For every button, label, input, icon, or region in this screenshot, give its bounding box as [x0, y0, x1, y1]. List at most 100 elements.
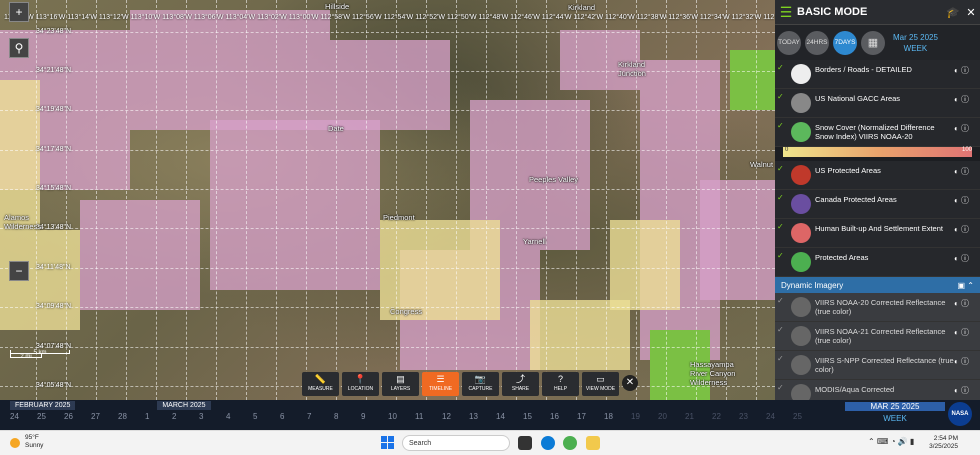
- close-icon[interactable]: ✕: [962, 6, 980, 19]
- timeline-day[interactable]: 2: [172, 412, 199, 421]
- dynamic-layer-item[interactable]: ✓ VIIRS S-NPP Corrected Reflectance (true…: [775, 351, 980, 380]
- timeline-day[interactable]: 8: [334, 412, 361, 421]
- check-icon[interactable]: ✓: [775, 293, 787, 305]
- chrome-icon[interactable]: [563, 436, 577, 450]
- 7days-button[interactable]: 7DAYS: [833, 31, 857, 55]
- timeline-day[interactable]: 7: [307, 412, 334, 421]
- timeline-day[interactable]: 26: [64, 412, 91, 421]
- layer-item[interactable]: ✓ Protected Areas ◐ ⓘ: [775, 248, 980, 277]
- timeline-day[interactable]: 5: [253, 412, 280, 421]
- zoom-out-button[interactable]: −: [9, 261, 29, 281]
- layer-controls-icon[interactable]: ◐ ⓘ: [954, 118, 980, 134]
- timeline-day[interactable]: 18: [604, 412, 631, 421]
- task-view-icon[interactable]: [518, 436, 532, 450]
- check-icon[interactable]: ✓: [775, 322, 787, 334]
- layer-controls-icon[interactable]: ◐ ⓘ: [954, 380, 980, 396]
- timeline-day[interactable]: 23: [739, 412, 766, 421]
- check-icon[interactable]: ✓: [775, 380, 787, 392]
- timeline-day[interactable]: 16: [550, 412, 577, 421]
- weather-widget[interactable]: 95°F Sunny: [25, 434, 43, 450]
- dynamic-layer-item[interactable]: ✓ VIIRS NOAA-20 Corrected Reflectance (tr…: [775, 293, 980, 322]
- view-mode-button[interactable]: ▭ VIEW MODE: [582, 372, 619, 396]
- measure-button[interactable]: 📏 MEASURE: [302, 372, 339, 396]
- layer-item[interactable]: ✓ Human Built-up And Settlement Extent ◐ ⓘ: [775, 219, 980, 248]
- timeline-day[interactable]: 27: [91, 412, 118, 421]
- timeline-day[interactable]: 12: [442, 412, 469, 421]
- timeline-day[interactable]: 28: [118, 412, 145, 421]
- timeline-day[interactable]: 3: [199, 412, 226, 421]
- layer-controls-icon[interactable]: ◐ ⓘ: [954, 89, 980, 105]
- check-icon[interactable]: ✓: [775, 351, 787, 363]
- system-tray-icons[interactable]: ⌃ ⌨ ◔ 🔊 ▮: [868, 437, 914, 446]
- edge-icon[interactable]: [541, 436, 555, 450]
- layer-item[interactable]: ✓ US National GACC Areas ◐ ⓘ: [775, 89, 980, 118]
- dynamic-imagery-header[interactable]: Dynamic Imagery ▣ ⌃: [775, 277, 980, 293]
- location-button[interactable]: 📍 LOCATION: [342, 372, 379, 396]
- location-pin-icon[interactable]: ⚲: [9, 38, 29, 58]
- help-button[interactable]: ? HELP: [542, 372, 579, 396]
- today-button[interactable]: TODAY: [777, 31, 801, 55]
- share-button[interactable]: ⤴ SHARE: [502, 372, 539, 396]
- timeline-day[interactable]: 17: [577, 412, 604, 421]
- timeline-day[interactable]: 11: [415, 412, 442, 421]
- map-view[interactable]: 113°18'W 113°16'W 113°14'W 113°12'W 113°…: [0, 0, 775, 400]
- check-icon[interactable]: ✓: [775, 89, 787, 101]
- timeline-day[interactable]: 25: [793, 412, 820, 421]
- layer-controls-icon[interactable]: ◐ ⓘ: [954, 60, 980, 76]
- file-explorer-icon[interactable]: [586, 436, 600, 450]
- layer-item[interactable]: ✓ Canada Protected Areas ◐ ⓘ: [775, 190, 980, 219]
- lat-label: 34°07'48"N: [36, 343, 72, 350]
- timeline-day[interactable]: 4: [226, 412, 253, 421]
- timeline-day[interactable]: 10: [388, 412, 415, 421]
- layer-controls-icon[interactable]: ◐ ⓘ: [954, 219, 980, 235]
- timeline-day[interactable]: 19: [631, 412, 658, 421]
- timeline-day[interactable]: 14: [496, 412, 523, 421]
- expand-icon[interactable]: ▣ ⌃: [958, 281, 974, 290]
- taskbar-search[interactable]: Search: [402, 435, 510, 451]
- layer-controls-icon[interactable]: ◐ ⓘ: [954, 190, 980, 206]
- layer-item[interactable]: ✓ US Protected Areas ◐ ⓘ: [775, 161, 980, 190]
- check-icon[interactable]: ✓: [775, 219, 787, 231]
- timeline[interactable]: FEBRUARY 2025 MARCH 2025 24 25 26 27 28 1 2 3 4 5…: [0, 400, 980, 430]
- layers-button[interactable]: ▤ LAYERS: [382, 372, 419, 396]
- layer-controls-icon[interactable]: ◐ ⓘ: [954, 322, 980, 338]
- check-icon[interactable]: ✓: [775, 161, 787, 173]
- timeline-interval[interactable]: WEEK: [845, 414, 945, 423]
- graduation-cap-icon[interactable]: 🎓: [944, 6, 962, 19]
- timeline-date-selector[interactable]: MAR 25 2025 WEEK: [845, 400, 945, 430]
- layer-controls-icon[interactable]: ◐ ⓘ: [954, 351, 980, 367]
- dynamic-layer-item[interactable]: ✓ VIIRS NOAA-21 Corrected Reflectance (tr…: [775, 322, 980, 351]
- dynamic-layer-item[interactable]: ✓ MODIS/Aqua Corrected ◐ ⓘ: [775, 380, 980, 400]
- timeline-day[interactable]: 24: [766, 412, 793, 421]
- layer-controls-icon[interactable]: ◐ ⓘ: [954, 293, 980, 309]
- timeline-day[interactable]: 9: [361, 412, 388, 421]
- date-selector[interactable]: Mar 25 2025 WEEK: [893, 32, 938, 54]
- timeline-day[interactable]: 15: [523, 412, 550, 421]
- timeline-day[interactable]: 6: [280, 412, 307, 421]
- timeline-day[interactable]: 25: [37, 412, 64, 421]
- layer-item[interactable]: ✓ Snow Cover (Normalized Difference Snow …: [775, 118, 980, 147]
- check-icon[interactable]: ✓: [775, 190, 787, 202]
- toolbar-close-icon[interactable]: ✕: [622, 375, 638, 391]
- check-icon[interactable]: ✓: [775, 248, 787, 260]
- timeline-day[interactable]: 20: [658, 412, 685, 421]
- check-icon[interactable]: ✓: [775, 118, 787, 130]
- layer-controls-icon[interactable]: ◐ ⓘ: [954, 161, 980, 177]
- calendar-icon[interactable]: ▦: [861, 31, 885, 55]
- timeline-day[interactable]: 21: [685, 412, 712, 421]
- layer-item[interactable]: ✓ Borders / Roads - DETAILED ◐ ⓘ: [775, 60, 980, 89]
- 24hrs-button[interactable]: 24HRS: [805, 31, 829, 55]
- timeline-day[interactable]: 22: [712, 412, 739, 421]
- layer-controls-icon[interactable]: ◐ ⓘ: [954, 248, 980, 264]
- hamburger-menu-icon[interactable]: ☰: [775, 4, 797, 21]
- timeline-day[interactable]: 1: [145, 412, 172, 421]
- place-congress: Congress: [390, 307, 423, 316]
- timeline-day[interactable]: 24: [10, 412, 37, 421]
- timeline-button[interactable]: ☰ TIMELINE: [422, 372, 459, 396]
- timeline-day[interactable]: 13: [469, 412, 496, 421]
- capture-button[interactable]: 📷 CAPTURE: [462, 372, 499, 396]
- zoom-in-button[interactable]: +: [9, 2, 29, 22]
- windows-start-icon[interactable]: [381, 436, 394, 449]
- clock[interactable]: 2:54 PM 3/25/2025: [929, 435, 958, 451]
- check-icon[interactable]: ✓: [775, 60, 787, 72]
